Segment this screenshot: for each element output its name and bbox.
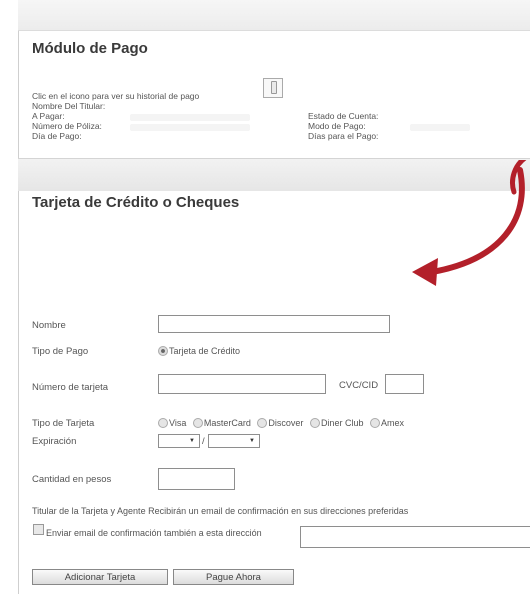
amex-radio[interactable] [369, 418, 380, 428]
payment-mode-label: Modo de Pago: [308, 121, 366, 131]
discover-label: Discover [268, 418, 304, 428]
redacted-value [130, 114, 250, 121]
days-to-pay-label: Días para el Pago: [308, 131, 379, 141]
amount-input[interactable] [158, 468, 235, 490]
card-number-label: Número de tarjeta [32, 382, 109, 393]
card-number-input[interactable] [158, 374, 326, 394]
add-card-button[interactable]: Adicionar Tarjeta [32, 569, 168, 585]
payment-type-radio[interactable] [158, 346, 168, 356]
payment-day-label: Día de Pago: [32, 131, 82, 141]
send-email-label: Enviar email de confirmación también a e… [46, 528, 262, 538]
expiration-label: Expiración [32, 436, 77, 447]
to-pay-label: A Pagar: [32, 111, 65, 121]
card-section-title: Tarjeta de Crédito o Cheques [32, 194, 240, 211]
name-label: Nombre [32, 320, 66, 331]
exp-month-select[interactable]: ▼ [158, 434, 200, 448]
cvc-label: CVC/CID [339, 380, 379, 391]
history-prompt: Clic en el icono para ver su historial d… [32, 91, 200, 101]
visa-label: Visa [169, 418, 187, 428]
holder-label: Nombre Del Titular: [32, 101, 106, 111]
diner-club-radio[interactable] [309, 418, 320, 428]
card-type-label: Tipo de Tarjeta [32, 418, 95, 429]
confirmation-note: Titular de la Tarjeta y Agente Recibirán… [32, 506, 409, 516]
visa-radio[interactable] [158, 418, 168, 428]
mastercard-radio[interactable] [192, 418, 203, 428]
account-status-label: Estado de Cuenta: [308, 111, 379, 121]
redacted-value [130, 124, 250, 131]
discover-radio[interactable] [257, 418, 268, 428]
redacted-value [410, 124, 470, 131]
top-bar [18, 0, 530, 31]
exp-year-select[interactable]: ▼ [208, 434, 260, 448]
cvc-input[interactable] [385, 374, 424, 394]
payment-module-title: Módulo de Pago [32, 40, 148, 57]
payment-type-option-label: Tarjeta de Crédito [169, 346, 241, 356]
payment-type-label: Tipo de Pago [32, 346, 89, 357]
mastercard-label: MasterCard [203, 418, 251, 428]
payment-history-icon[interactable] [263, 78, 283, 98]
annotation-arrow [412, 160, 527, 286]
diner-club-label: Diner Club [320, 418, 364, 428]
amount-label: Cantidad en pesos [32, 474, 112, 485]
exp-separator: / [202, 436, 205, 447]
extra-email-input[interactable] [300, 526, 530, 548]
policy-number-label: Número de Póliza: [32, 121, 102, 131]
name-input[interactable] [158, 315, 390, 333]
amex-label: Amex [380, 418, 404, 428]
card-type-options: Visa MasterCard Discover Diner Club Amex [158, 418, 408, 428]
payment-type-option[interactable]: Tarjeta de Crédito [158, 346, 240, 356]
pay-now-button[interactable]: Pague Ahora [173, 569, 294, 585]
